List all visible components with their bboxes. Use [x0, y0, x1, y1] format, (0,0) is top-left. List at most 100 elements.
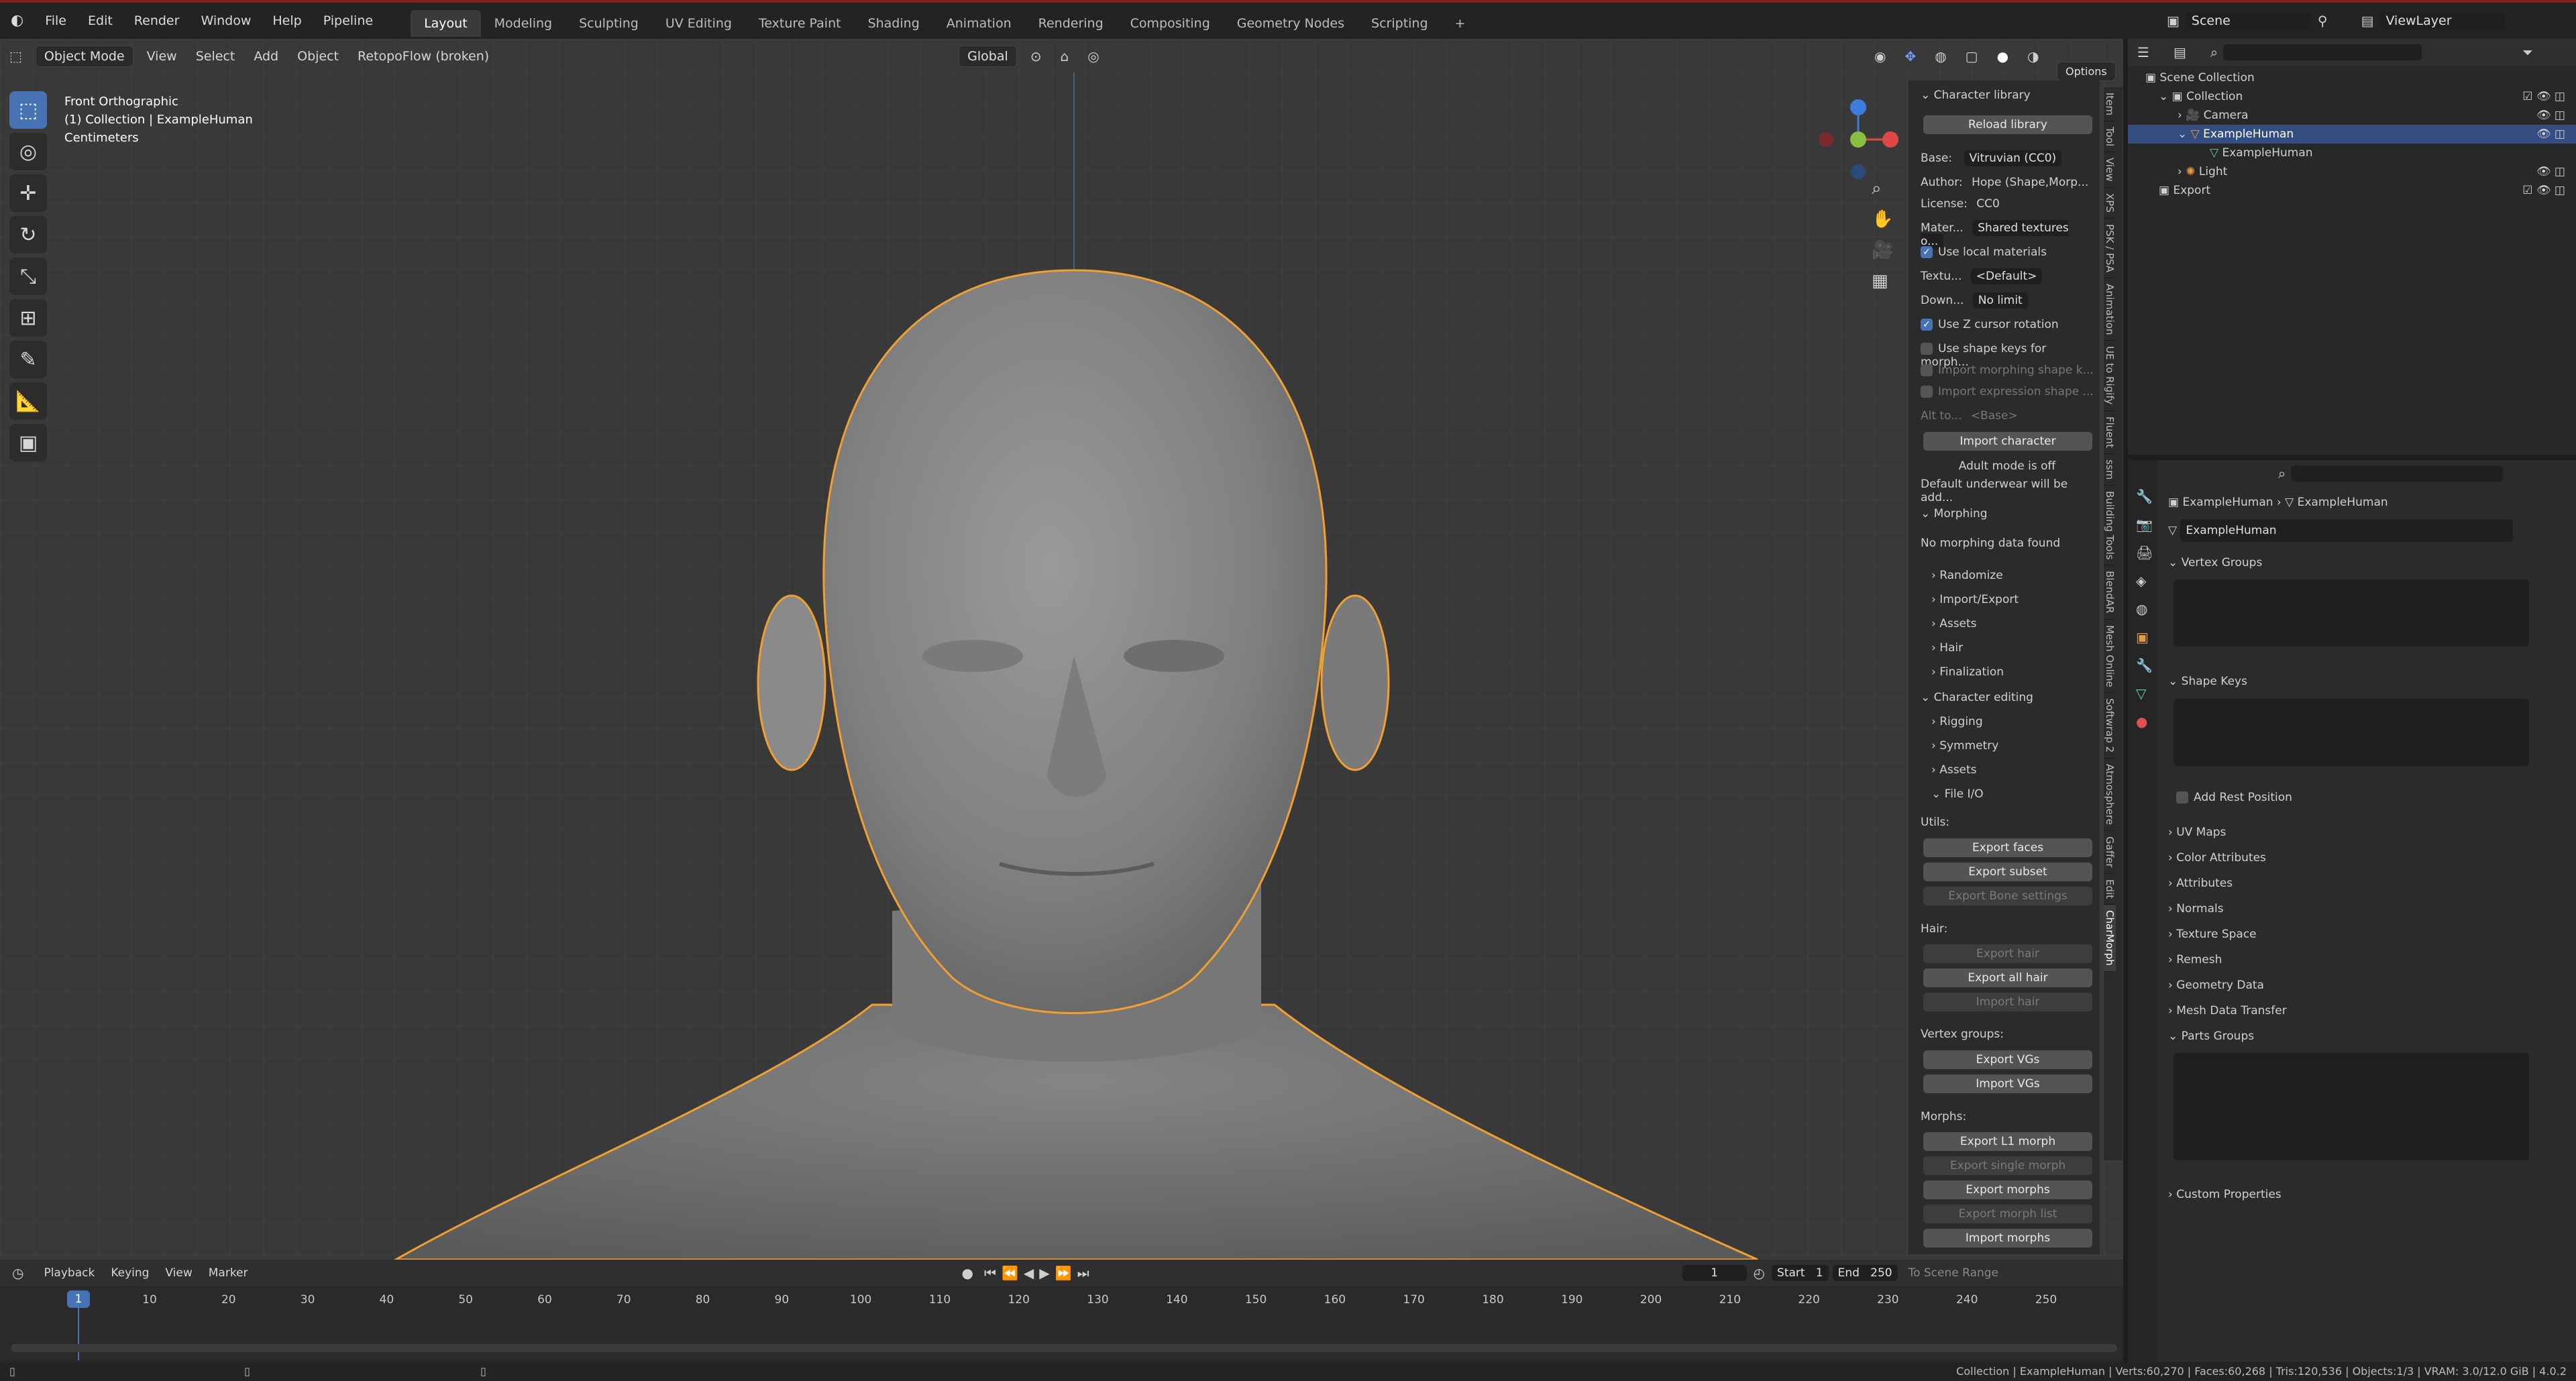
subpanel-import-export[interactable]: › Import/Export: [1931, 593, 2104, 606]
retopoflow-menu[interactable]: RetopoFlow (broken): [348, 39, 498, 74]
side-tab-item[interactable]: Item: [2104, 87, 2116, 122]
side-tab-tool[interactable]: Tool: [2104, 121, 2116, 153]
shape-keys-panel[interactable]: ⌄ Shape Keys: [2168, 671, 2571, 692]
timeline-menu-view[interactable]: View: [157, 1266, 200, 1280]
material-props-icon[interactable]: ●: [2136, 714, 2157, 730]
editor-type-icon[interactable]: ⬚: [0, 39, 32, 74]
timeline-menu-playback[interactable]: Playback: [36, 1266, 103, 1280]
transform-tool-icon[interactable]: ⊞: [9, 299, 47, 337]
3d-viewport[interactable]: ⬚ Object Mode View Select Add Object Ret…: [0, 39, 2123, 1260]
scale-tool-icon[interactable]: ⤡: [9, 258, 47, 295]
modifier-props-icon[interactable]: 🔧: [2136, 657, 2157, 673]
mesh-data-props-icon[interactable]: ▽: [2136, 685, 2157, 702]
play-reverse-icon[interactable]: ◀: [1024, 1265, 1034, 1281]
outliner-row-light[interactable]: › ✺ Light 👁 ◫: [2128, 162, 2576, 181]
side-tab-charmorph[interactable]: CharMorph: [2104, 904, 2116, 972]
import-character-button[interactable]: Import character: [1923, 432, 2092, 451]
pin-icon[interactable]: ⚲: [2318, 13, 2328, 29]
export-single-morph-button[interactable]: Export single morph: [1923, 1156, 2092, 1175]
tab-compositing[interactable]: Compositing: [1117, 10, 1224, 37]
subpanel-hair[interactable]: › Hair: [1931, 641, 2104, 655]
tab-modeling[interactable]: Modeling: [481, 10, 566, 37]
record-icon[interactable]: ●: [962, 1265, 973, 1281]
texture-dropdown[interactable]: <Default>: [1970, 268, 2043, 284]
reload-library-button[interactable]: Reload library: [1923, 115, 2092, 134]
side-tab-psk[interactable]: PSK / PSA: [2104, 219, 2116, 278]
side-tab-view[interactable]: View: [2104, 152, 2116, 188]
add-cube-tool-icon[interactable]: ▣: [9, 424, 47, 461]
play-icon[interactable]: ▶: [1039, 1265, 1049, 1281]
import-vgs-button[interactable]: Import VGs: [1923, 1074, 2092, 1093]
export-vgs-button[interactable]: Export VGs: [1923, 1050, 2092, 1069]
import-hair-button[interactable]: Import hair: [1923, 993, 2092, 1011]
scene-selector[interactable]: Scene: [2186, 12, 2311, 30]
side-tab-building-tools[interactable]: Building Tools: [2104, 486, 2116, 566]
playhead-frame[interactable]: 1: [67, 1290, 90, 1308]
object-props-icon[interactable]: ▣: [2136, 629, 2157, 645]
panel-uv-maps[interactable]: › UV Maps: [2168, 822, 2571, 842]
import-morphs-button[interactable]: Import morphs: [1923, 1229, 2092, 1248]
tab-shading[interactable]: Shading: [855, 10, 933, 37]
visibility-icon[interactable]: ◉: [1865, 39, 1895, 74]
side-tab-ue-to-rigify[interactable]: UE to Rigify: [2104, 341, 2116, 411]
side-tab-blendar[interactable]: BlendAR: [2104, 565, 2116, 620]
import-morphing-checkbox[interactable]: Import morphing shape k...: [1921, 364, 2094, 377]
panel-custom-properties[interactable]: › Custom Properties: [2168, 1184, 2571, 1205]
outliner-search-input[interactable]: [2223, 44, 2422, 60]
current-frame-field[interactable]: 1: [1682, 1265, 1747, 1281]
start-frame-field[interactable]: Start 1: [1772, 1265, 1829, 1281]
export-morph-list-button[interactable]: Export morph list: [1923, 1205, 2092, 1223]
vertex-groups-list[interactable]: [2174, 579, 2529, 647]
camera-view-icon[interactable]: 🎥: [1872, 235, 1893, 266]
export-bone-settings-button[interactable]: Export Bone settings: [1923, 887, 2092, 905]
panel-color-attributes[interactable]: › Color Attributes: [2168, 848, 2571, 868]
snap-icon[interactable]: ⌂: [1051, 39, 1079, 74]
menu-edit[interactable]: Edit: [77, 3, 123, 39]
outliner-editor-icon[interactable]: ☰: [2137, 44, 2149, 60]
export-faces-button[interactable]: Export faces: [1923, 838, 2092, 857]
subpanel-randomize[interactable]: › Randomize: [1931, 569, 2104, 582]
tool-props-icon[interactable]: 🔧: [2136, 488, 2157, 504]
mesh-datablock-field[interactable]: ▽ ExampleHuman: [2168, 519, 2571, 542]
timeline-menu-marker[interactable]: Marker: [201, 1266, 256, 1280]
panel-mesh-data-transfer[interactable]: › Mesh Data Transfer: [2168, 1001, 2571, 1021]
pan-hand-icon[interactable]: ✋: [1872, 204, 1893, 235]
timeline-editor-icon[interactable]: ◷: [12, 1265, 23, 1281]
subpanel-edit-assets[interactable]: › Assets: [1931, 763, 2104, 777]
menu-pipeline[interactable]: Pipeline: [313, 3, 384, 39]
download-dropdown[interactable]: No limit: [1972, 292, 2028, 309]
side-tab-atmosphere[interactable]: Atmosphere: [2104, 759, 2116, 832]
tab-uv-editing[interactable]: UV Editing: [652, 10, 745, 37]
world-props-icon[interactable]: ◍: [2136, 601, 2157, 617]
add-workspace-button[interactable]: +: [1442, 10, 1479, 37]
tab-animation[interactable]: Animation: [933, 10, 1025, 37]
panel-remesh[interactable]: › Remesh: [2168, 950, 2571, 970]
subpanel-finalization[interactable]: › Finalization: [1931, 665, 2104, 679]
menu-render[interactable]: Render: [123, 3, 191, 39]
tab-rendering[interactable]: Rendering: [1025, 10, 1117, 37]
panel-texture-space[interactable]: › Texture Space: [2168, 924, 2571, 944]
jump-start-icon[interactable]: ⏮: [984, 1265, 996, 1281]
import-expression-checkbox[interactable]: Import expression shape ...: [1921, 385, 2094, 398]
side-tab-softwrap[interactable]: Softwrap 2: [2104, 693, 2116, 759]
proportional-edit-icon[interactable]: ◎: [1078, 39, 1108, 74]
blender-logo-icon[interactable]: ◐: [0, 3, 34, 39]
scene-props-icon[interactable]: ◈: [2136, 573, 2157, 589]
end-frame-field[interactable]: End 250: [1832, 1265, 1898, 1281]
select-tool-icon[interactable]: ⬚: [9, 91, 47, 129]
menu-help[interactable]: Help: [262, 3, 312, 39]
menu-file[interactable]: File: [34, 3, 77, 39]
side-tab-mesh-online[interactable]: Mesh Online: [2104, 620, 2116, 694]
side-tab-edit[interactable]: Edit: [2104, 874, 2116, 905]
overlay-icon[interactable]: ◍: [1925, 39, 1955, 74]
material-shading-icon[interactable]: ◑: [2018, 39, 2048, 74]
gizmo-icon[interactable]: ✥: [1895, 39, 1925, 74]
next-keyframe-icon[interactable]: ⏩: [1055, 1265, 1072, 1281]
viewport-menu-view[interactable]: View: [138, 39, 186, 74]
menu-window[interactable]: Window: [190, 3, 262, 39]
annotate-tool-icon[interactable]: ✎: [9, 341, 47, 378]
side-tab-gaffer[interactable]: Gaffer: [2104, 831, 2116, 874]
side-tab-xps[interactable]: XPS: [2104, 188, 2116, 219]
viewport-menu-select[interactable]: Select: [186, 39, 245, 74]
move-tool-icon[interactable]: ✛: [9, 174, 47, 212]
